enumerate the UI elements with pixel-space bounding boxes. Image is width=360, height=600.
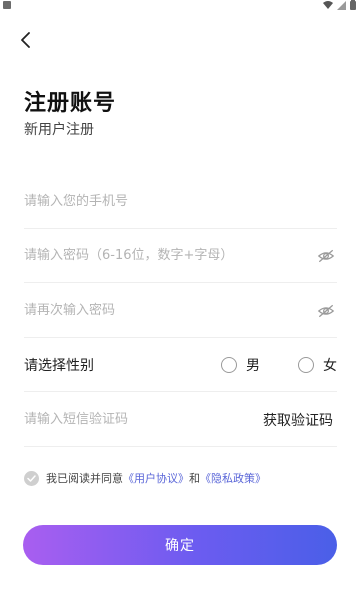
gender-field-row: 请选择性别 男 女 bbox=[24, 338, 337, 392]
status-bar bbox=[0, 0, 360, 12]
chevron-left-icon bbox=[21, 32, 30, 48]
phone-field-row bbox=[24, 175, 337, 229]
agreement-checkbox[interactable] bbox=[24, 470, 39, 486]
confirm-password-field-row bbox=[24, 284, 337, 338]
check-icon bbox=[27, 474, 36, 482]
password-field-row bbox=[24, 229, 337, 283]
status-notification-icon bbox=[3, 1, 11, 9]
page-subtitle: 新用户注册 bbox=[24, 122, 94, 138]
user-agreement-link[interactable]: 《用户协议》 bbox=[123, 470, 189, 486]
agreement-prefix: 我已阅读并同意 bbox=[46, 472, 123, 485]
sms-code-field-row: 获取验证码 bbox=[24, 393, 337, 447]
radio-circle-icon bbox=[221, 356, 237, 373]
wifi-icon bbox=[323, 1, 333, 9]
radio-circle-icon bbox=[298, 356, 314, 373]
confirm-password-input[interactable] bbox=[24, 284, 317, 337]
confirm-button[interactable]: 确定 bbox=[23, 525, 337, 565]
gender-label: 请选择性别 bbox=[24, 357, 94, 374]
sms-code-input[interactable] bbox=[24, 393, 263, 446]
signal-icon bbox=[337, 0, 346, 10]
gender-male-label: 男 bbox=[246, 357, 260, 374]
battery-icon bbox=[350, 0, 356, 10]
get-code-button[interactable]: 获取验证码 bbox=[263, 410, 333, 430]
agreement-conjunction: 和 bbox=[189, 472, 200, 485]
eye-hidden-icon[interactable] bbox=[317, 302, 335, 320]
eye-hidden-icon[interactable] bbox=[317, 247, 335, 265]
back-button[interactable] bbox=[14, 28, 38, 52]
gender-female-label: 女 bbox=[323, 357, 337, 374]
agreement-row: 我已阅读并同意 《用户协议》 和 《隐私政策》 bbox=[24, 470, 266, 486]
privacy-policy-link[interactable]: 《隐私政策》 bbox=[200, 470, 266, 486]
gender-options: 男 女 bbox=[221, 355, 337, 375]
gender-male-radio[interactable]: 男 bbox=[221, 355, 260, 375]
phone-input[interactable] bbox=[24, 175, 337, 228]
password-input[interactable] bbox=[24, 229, 317, 282]
gender-female-radio[interactable]: 女 bbox=[298, 355, 337, 375]
status-icons bbox=[323, 0, 356, 10]
page-title: 注册账号 bbox=[24, 91, 117, 116]
